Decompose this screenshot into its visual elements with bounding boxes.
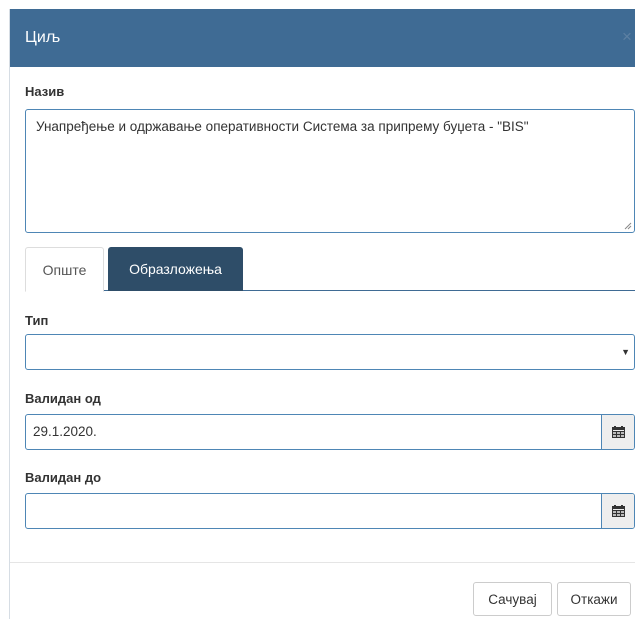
valid-to-field[interactable]	[25, 493, 635, 529]
close-icon[interactable]: ×	[622, 27, 635, 47]
valid-from-value: 29.1.2020.	[33, 424, 97, 439]
save-button[interactable]: Сачувај	[473, 582, 552, 616]
goal-dialog: Циљ × Назив Унапређење и одржавање опера…	[9, 9, 635, 619]
cancel-button[interactable]: Откажи	[557, 582, 631, 616]
calendar-icon	[612, 505, 625, 517]
name-textarea-value: Унапређење и одржавање оперативности Сис…	[36, 119, 529, 134]
type-select[interactable]: ▼	[25, 334, 635, 370]
valid-to-calendar-button[interactable]	[601, 494, 634, 528]
valid-to-label: Валидан до	[25, 470, 102, 485]
dialog-header: Циљ ×	[10, 9, 635, 67]
dialog-title: Циљ	[25, 29, 61, 46]
calendar-icon	[612, 426, 625, 438]
footer-divider	[10, 562, 635, 563]
tab-general[interactable]: Опште	[25, 247, 104, 292]
tab-bar: Опште Образложења	[25, 247, 635, 292]
name-textarea[interactable]: Унапређење и одржавање оперативности Сис…	[25, 109, 635, 233]
caret-down-icon: ▼	[621, 347, 630, 357]
valid-from-label: Валидан од	[25, 391, 101, 406]
valid-from-calendar-button[interactable]	[601, 415, 634, 449]
type-label: Тип	[25, 313, 49, 328]
tab-explanations[interactable]: Образложења	[108, 247, 243, 291]
resize-grip-icon[interactable]	[624, 222, 632, 230]
name-label: Назив	[25, 84, 65, 99]
valid-from-field[interactable]: 29.1.2020.	[25, 414, 635, 450]
